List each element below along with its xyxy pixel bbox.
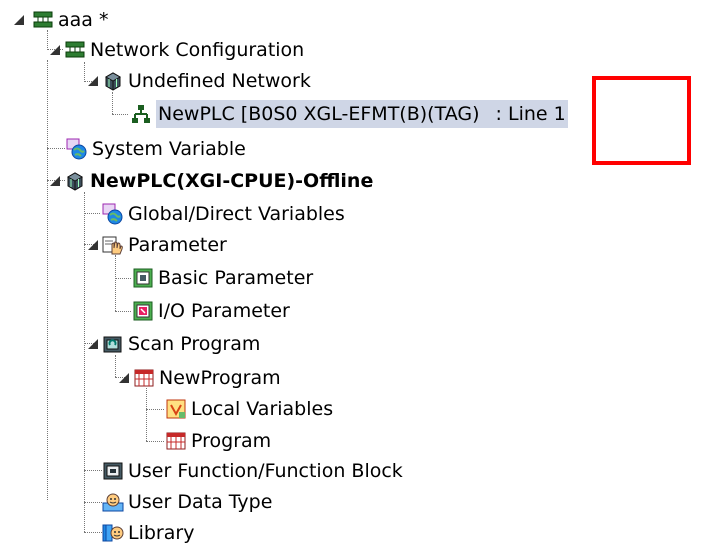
tree-line (84, 213, 100, 214)
tree-line (115, 311, 131, 312)
tree-node-program[interactable]: Program (165, 427, 271, 455)
tree-node-user-data-type[interactable]: User Data Type (102, 488, 272, 516)
hand-parameter-icon (102, 236, 123, 255)
tree-line (112, 114, 128, 115)
tree-node-label: I/O Parameter (158, 300, 290, 322)
expand-collapse-icon[interactable] (14, 15, 24, 25)
tree-node-label: aaa * (58, 9, 109, 31)
tree-node-label: Global/Direct Variables (128, 203, 345, 225)
tree-line (84, 532, 102, 533)
tree-line (115, 278, 131, 279)
tree-node-label: Scan Program (128, 333, 261, 355)
tree-node-plc[interactable]: NewPLC(XGI-CPUE)-Offline (50, 167, 373, 195)
tree-line (115, 355, 116, 377)
tree-line (146, 409, 164, 410)
expand-collapse-icon[interactable] (88, 76, 98, 86)
tree-node-project[interactable]: aaa * (14, 6, 108, 34)
project-network-icon (33, 11, 53, 28)
tree-node-label: Parameter (128, 234, 227, 256)
network-config-icon (65, 41, 85, 58)
tree-line (146, 441, 164, 442)
expand-collapse-icon[interactable] (50, 45, 60, 55)
tree-node-label: Local Variables (191, 398, 334, 420)
globe-variable-icon (102, 203, 123, 225)
tree-node-io-parameter[interactable]: I/O Parameter (132, 297, 290, 325)
tree-line (84, 192, 85, 532)
tree-node-label: Program (191, 430, 272, 452)
line-number-label: : Line 1 (495, 103, 566, 125)
tree-node-newplc-network-module[interactable]: NewPLC [B0S0 XGL-EFMT(B)(TAG) : Line 1 (130, 100, 568, 128)
basic-parameter-icon (133, 268, 153, 288)
user-data-type-icon (102, 493, 124, 512)
project-tree: aaa * Network Configuration Undefined Ne… (0, 0, 705, 552)
library-icon (102, 524, 124, 542)
program-grid-icon (134, 369, 154, 387)
tree-node-label: Undefined Network (128, 70, 311, 92)
tree-node-network-configuration[interactable]: Network Configuration (50, 36, 304, 64)
globe-variable-icon (66, 138, 87, 160)
user-function-icon (103, 462, 123, 480)
program-grid-icon (166, 432, 186, 450)
tree-node-library[interactable]: Library (102, 519, 194, 547)
tree-node-system-variable[interactable]: System Variable (66, 135, 246, 163)
network-cube-icon (104, 72, 122, 91)
tree-node-label: NewPLC [B0S0 XGL-EFMT(B)(TAG) : Line 1 (156, 100, 568, 128)
tree-node-local-variables[interactable]: Local Variables (165, 395, 333, 423)
tree-node-label: User Data Type (128, 491, 273, 513)
local-variables-icon (166, 399, 186, 419)
tree-line (84, 62, 85, 80)
io-parameter-icon (133, 301, 153, 321)
tree-line (84, 470, 102, 471)
tree-node-label: NewProgram (159, 367, 281, 389)
expand-collapse-icon[interactable] (88, 339, 98, 349)
tree-node-user-function-block[interactable]: User Function/Function Block (102, 457, 403, 485)
tree-node-label: Library (128, 522, 195, 544)
expand-collapse-icon[interactable] (88, 240, 98, 250)
tree-line (112, 92, 113, 114)
network-node-icon (132, 105, 150, 123)
tree-node-label: NewPLC(XGI-CPUE)-Offline (90, 170, 374, 192)
tree-line (47, 148, 65, 149)
newplc-module-label: NewPLC [B0S0 XGL-EFMT(B)(TAG) (158, 103, 480, 125)
tree-line (84, 502, 102, 503)
scan-program-icon (103, 336, 122, 353)
tree-node-undefined-network[interactable]: Undefined Network (88, 67, 311, 95)
tree-node-global-direct-variables[interactable]: Global/Direct Variables (102, 200, 345, 228)
tree-line (115, 255, 116, 311)
expand-collapse-icon[interactable] (50, 176, 60, 186)
tree-line (47, 60, 48, 500)
tree-node-basic-parameter[interactable]: Basic Parameter (132, 264, 313, 292)
tree-node-label: User Function/Function Block (128, 460, 403, 482)
tree-node-label: Network Configuration (90, 39, 305, 61)
highlight-box (592, 76, 691, 165)
tree-node-label: Basic Parameter (158, 267, 314, 289)
tree-node-label: System Variable (92, 138, 246, 160)
tree-node-parameter[interactable]: Parameter (88, 231, 227, 259)
tree-node-new-program[interactable]: NewProgram (119, 364, 281, 392)
expand-collapse-icon[interactable] (119, 373, 129, 383)
tree-line (146, 388, 147, 441)
tree-node-scan-program[interactable]: Scan Program (88, 330, 260, 358)
plc-cube-icon (66, 172, 84, 191)
